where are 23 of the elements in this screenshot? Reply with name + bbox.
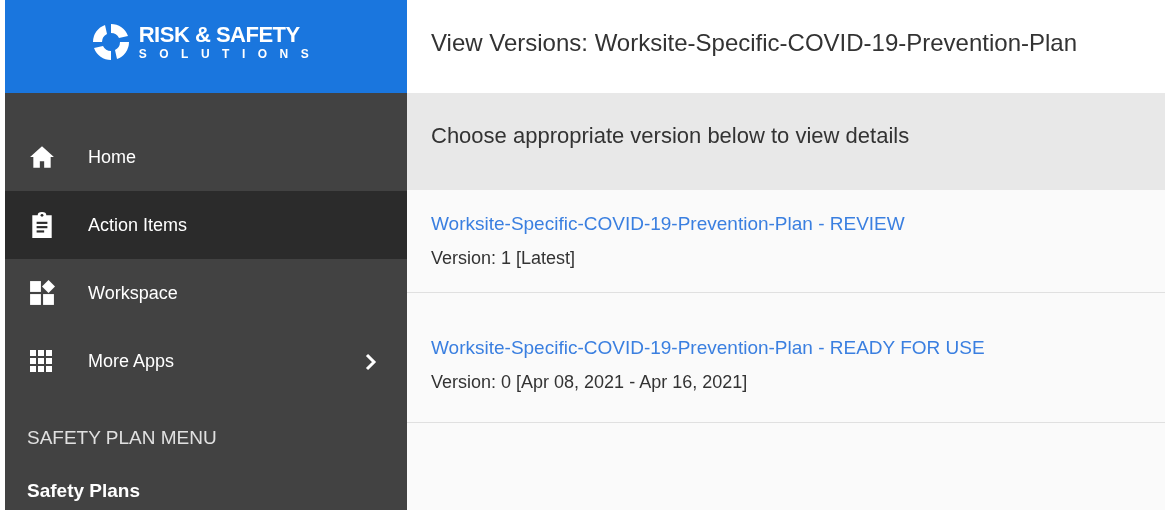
logo-subtitle: SOLUTIONS — [138, 47, 322, 60]
grid-icon — [29, 349, 53, 373]
clipboard-icon — [29, 211, 55, 239]
sidebar-item-label: Home — [88, 145, 136, 169]
widgets-icon — [29, 280, 55, 306]
sidebar-item-label: Workspace — [88, 281, 178, 305]
instruction-text: Choose appropriate version below to view details — [431, 122, 910, 150]
sidebar-item-label: Action Items — [88, 213, 188, 237]
page-title: View Versions: Worksite-Specific-COVID-19-Prevention-Plan — [431, 27, 1078, 58]
logo-icon — [90, 21, 131, 62]
version-detail: Version: 1 [Latest] — [431, 247, 576, 268]
sidebar-item[interactable]: Workspace — [5, 259, 407, 327]
sidebar-item[interactable]: Home — [5, 123, 407, 191]
home-icon — [29, 145, 55, 169]
version-detail: Version: 0 [Apr 08, 2021 - Apr 16, 2021] — [431, 371, 748, 392]
section-heading: SAFETY PLAN MENU — [26, 426, 218, 450]
sidebar-link[interactable]: Safety Plans — [5, 476, 407, 505]
version-link[interactable]: Worksite-Specific-COVID-19-Prevention-Plan - READY FOR USE — [431, 337, 985, 359]
sidebar-item-label: More Apps — [88, 349, 175, 373]
logo-title: RISK & SAFETY — [138, 23, 301, 46]
sidebar-item[interactable]: Action Items — [5, 191, 407, 259]
sidebar-item[interactable]: More Apps — [5, 327, 407, 395]
version-link[interactable]: Worksite-Specific-COVID-19-Prevention-Plan - REVIEW — [431, 213, 905, 235]
